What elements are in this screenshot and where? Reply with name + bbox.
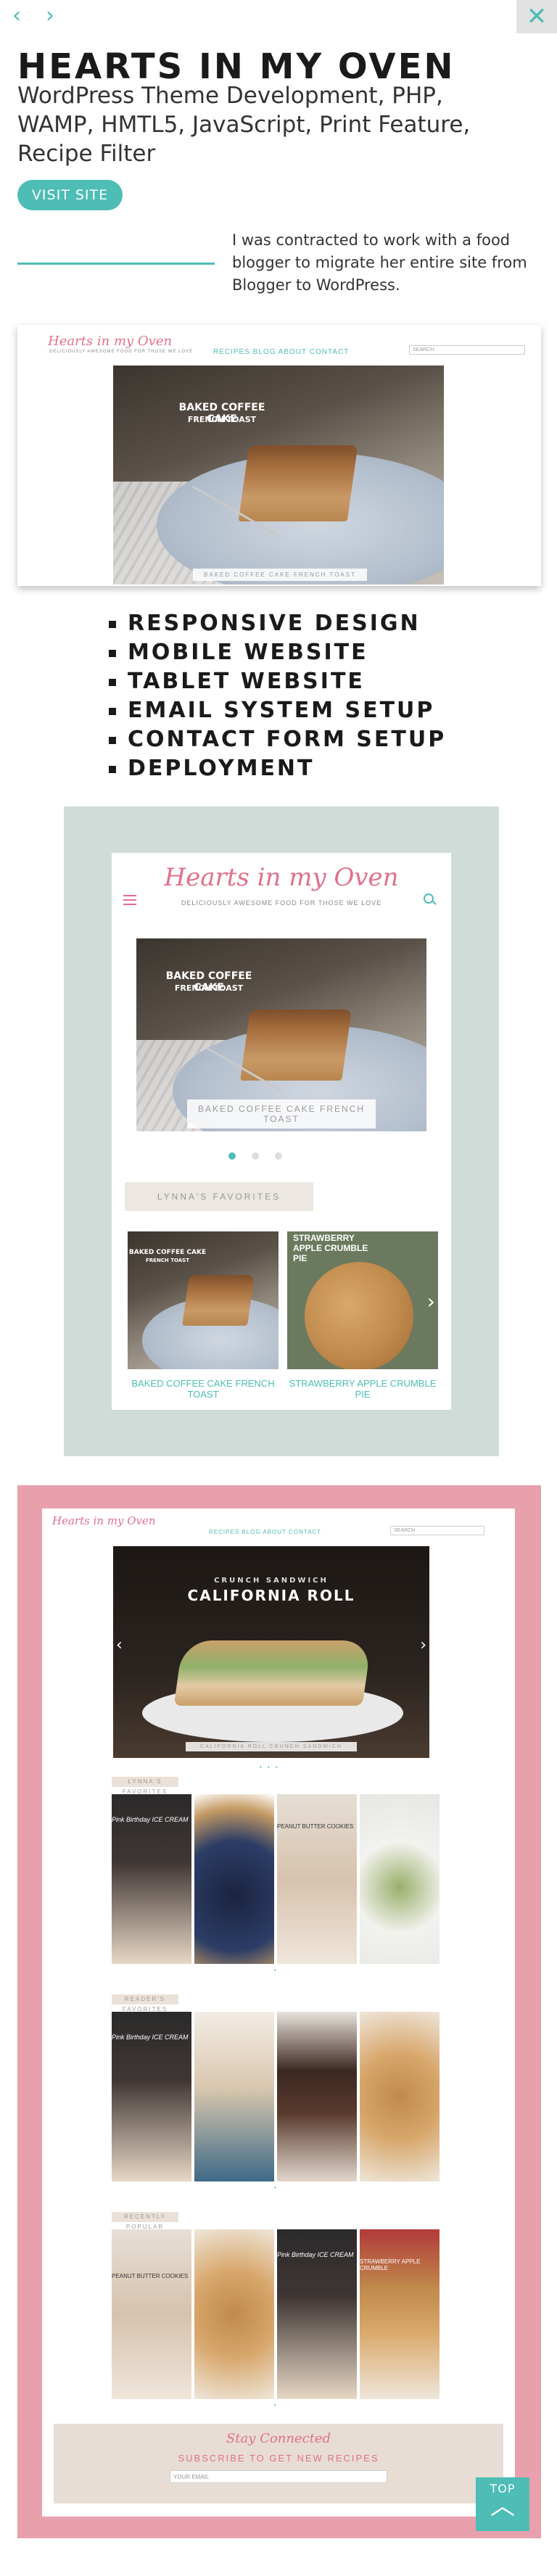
subscribe-script: Stay Connected: [226, 2431, 331, 2446]
email-field[interactable]: YOUR EMAIL: [170, 2470, 387, 2483]
recipe-tile[interactable]: [194, 1794, 274, 1964]
site-nav: RECIPES BLOG ABOUT CONTACT: [213, 348, 350, 356]
tablet-screenshot: Hearts in my Oven DELICIOUSLY AWESOME FO…: [112, 853, 451, 1410]
carousel-dots: •: [274, 2402, 278, 2408]
visit-site-button[interactable]: VISIT SITE: [17, 180, 123, 210]
tile-title: STRAWBERRY APPLE CRUMBLE: [360, 2258, 421, 2271]
desktop-screenshot-hero: Hearts in my Oven DELICIOUSLY AWESOME FO…: [17, 325, 541, 586]
hero-caption: BAKED COFFEE CAKE FRENCH TOAST: [193, 569, 367, 581]
prev-arrow-icon[interactable]: ‹: [6, 5, 28, 28]
feature-item: Email System Setup: [109, 696, 446, 725]
recipe-tile[interactable]: Pink Birthday ICE CREAM: [112, 1794, 191, 1964]
next-arrow-icon[interactable]: ›: [39, 5, 61, 28]
carousel-dots: [220, 1150, 290, 1163]
recipe-tile[interactable]: [360, 2012, 440, 2181]
favorites-label: LYNNA'S FAVORITES: [125, 1182, 313, 1211]
subscribe-title: SUBSCRIBE TO GET NEW RECIPES: [178, 2453, 379, 2464]
chevron-right-icon[interactable]: ›: [420, 1636, 426, 1654]
carousel-dot[interactable]: [275, 1152, 282, 1160]
thumb-caption[interactable]: BAKED COFFEE CAKE FRENCH TOAST: [128, 1378, 278, 1400]
hero-photo: BAKED COFFEE CAKE FRENCH TOAST BAKED COF…: [113, 366, 444, 585]
hero-title: CALIFORNIA ROLL: [187, 1587, 355, 1604]
feature-item: Contact Form Setup: [109, 725, 446, 754]
chevron-up-icon: ︿: [490, 2492, 515, 2521]
carousel-dots: •: [274, 2184, 278, 2191]
tile-title: Pink Birthday ICE CREAM: [112, 1816, 189, 1823]
close-icon[interactable]: ✕: [516, 0, 557, 33]
site-search: SEARCH: [390, 1526, 484, 1535]
thumb-caption[interactable]: STRAWBERRY APPLE CRUMBLE PIE: [287, 1378, 438, 1400]
recipe-tile[interactable]: Pink Birthday ICE CREAM: [277, 2229, 357, 2399]
section-label: LYNNA'S FAVORITES: [112, 1777, 178, 1795]
tile-title: Pink Birthday ICE CREAM: [112, 2034, 189, 2041]
divider: [17, 263, 215, 265]
recipe-tile[interactable]: PEANUT BUTTER COOKIES: [277, 1794, 357, 1964]
carousel-dots: •: [274, 1967, 278, 1973]
recipe-tile[interactable]: Pink Birthday ICE CREAM: [112, 2012, 191, 2181]
thumb-title: STRAWBERRY APPLE CRUMBLE PIE: [293, 1233, 368, 1263]
site-nav: RECIPES BLOG ABOUT CONTACT: [209, 1529, 322, 1535]
project-subtitle: WordPress Theme Development, PHP, WAMP, …: [17, 83, 471, 167]
recipe-tile[interactable]: [194, 2229, 274, 2399]
recipe-tile[interactable]: [194, 2012, 274, 2181]
desktop-screenshot: Hearts in my Oven RECIPES BLOG ABOUT CON…: [42, 1508, 515, 2517]
feature-item: Tablet Website: [109, 667, 446, 696]
feature-item: Deployment: [109, 754, 446, 783]
site-tagline: DELICIOUSLY AWESOME FOOD FOR THOSE WE LO…: [49, 350, 194, 354]
carousel-dot[interactable]: [252, 1152, 259, 1160]
back-to-top-button[interactable]: TOP ︿: [476, 2477, 529, 2531]
tile-title: Pink Birthday ICE CREAM: [277, 2251, 354, 2258]
hero-caption: CALIFORNIA ROLL CRUNCH SANDWICH: [186, 1742, 357, 1751]
recipe-thumb[interactable]: BAKED COFFEE CAKE FRENCH TOAST: [128, 1231, 278, 1369]
hero-subtitle: FRENCH TOAST: [174, 983, 244, 993]
recipe-thumb[interactable]: STRAWBERRY APPLE CRUMBLE PIE ›: [287, 1231, 438, 1369]
tile-title: PEANUT BUTTER COOKIES: [277, 1823, 354, 1830]
chevron-left-icon[interactable]: ‹: [116, 1636, 123, 1654]
subscribe-box: Stay Connected SUBSCRIBE TO GET NEW RECI…: [54, 2424, 503, 2503]
hero-kicker: CRUNCH SANDWICH: [214, 1577, 329, 1585]
thumb-title: BAKED COFFEE CAKE: [128, 1249, 207, 1256]
hero-photo: CRUNCH SANDWICH CALIFORNIA ROLL CALIFORN…: [113, 1546, 429, 1758]
carousel-dot[interactable]: [228, 1152, 236, 1160]
section-label: RECENTLY POPULAR: [112, 2212, 178, 2230]
top-nav: ‹ › ✕: [0, 0, 557, 35]
search-icon: [424, 893, 434, 904]
recipe-tile[interactable]: PEANUT BUTTER COOKIES: [112, 2229, 191, 2399]
carousel-dots: • • •: [260, 1764, 280, 1770]
section-label: READER'S FAVORITES: [112, 1994, 178, 2012]
hero-subtitle: FRENCH TOAST: [187, 415, 257, 424]
tile-title: PEANUT BUTTER COOKIES: [112, 2273, 189, 2279]
thumb-subtitle: FRENCH TOAST: [145, 1258, 190, 1263]
feature-list: Responsive Design Mobile Website Tablet …: [109, 609, 446, 783]
feature-item: Responsive Design: [109, 609, 446, 638]
site-logo: Hearts in my Oven: [48, 334, 173, 349]
hero-caption: BAKED COFFEE CAKE FRENCH TOAST: [187, 1099, 376, 1128]
recipe-tile[interactable]: [360, 1794, 440, 1964]
site-search: SEARCH: [409, 345, 525, 355]
project-intro: I was contracted to work with a food blo…: [232, 231, 527, 294]
site-logo: Hearts in my Oven: [164, 863, 399, 892]
recipe-tile[interactable]: [277, 2012, 357, 2181]
site-logo: Hearts in my Oven: [52, 1514, 156, 1527]
feature-item: Mobile Website: [109, 638, 446, 667]
site-tagline: DELICIOUSLY AWESOME FOOD FOR THOSE WE LO…: [181, 899, 382, 907]
chevron-right-icon[interactable]: ›: [427, 1289, 435, 1313]
recipe-tile[interactable]: STRAWBERRY APPLE CRUMBLE: [360, 2229, 440, 2399]
hero-photo: BAKED COFFEE CAKE FRENCH TOAST BAKED COF…: [136, 938, 426, 1131]
